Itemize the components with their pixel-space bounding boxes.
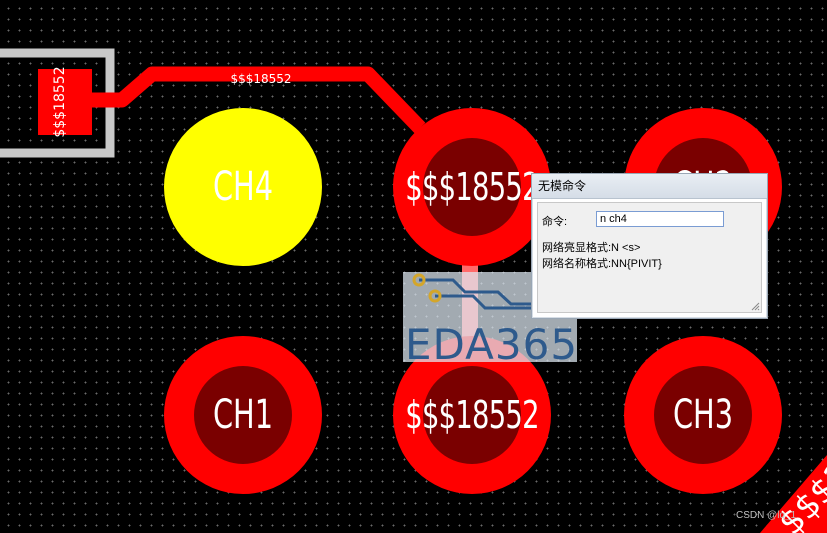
name-format-text: 网络名称格式:NN{PIVIT} [542,258,662,270]
pad-label: CH4 [212,164,274,210]
command-label: 命令: [542,216,568,228]
pad-ch3[interactable]: CH3 [624,336,782,494]
pad-ch4[interactable]: CH4 [164,108,322,266]
source-credit: CSDN @lq_1 [736,510,797,521]
trace-net-label: $$$18552 [230,72,291,86]
pad-label: CH1 [212,392,274,438]
pad-ch1[interactable]: CH1 [164,336,322,494]
watermark-text: EDA365 [405,320,579,369]
highlight-format-text: 网络亮显格式:N <s> [542,242,641,254]
modeless-command-dialog[interactable]: 无模命令 命令: 网络亮显格式:N <s> 网络名称格式:NN{PIVIT} [531,173,768,319]
dialog-body: 命令: 网络亮显格式:N <s> 网络名称格式:NN{PIVIT} [537,202,762,313]
pad-label: $$$18552 [405,165,539,209]
dialog-title[interactable]: 无模命令 [532,174,767,199]
resize-grip-icon[interactable] [750,301,760,311]
pad-net-top[interactable]: $$$18552 [393,108,551,266]
pad-label: CH3 [672,392,734,438]
command-input[interactable] [596,211,724,227]
footprint-net-label: $$$18552 [52,66,68,137]
